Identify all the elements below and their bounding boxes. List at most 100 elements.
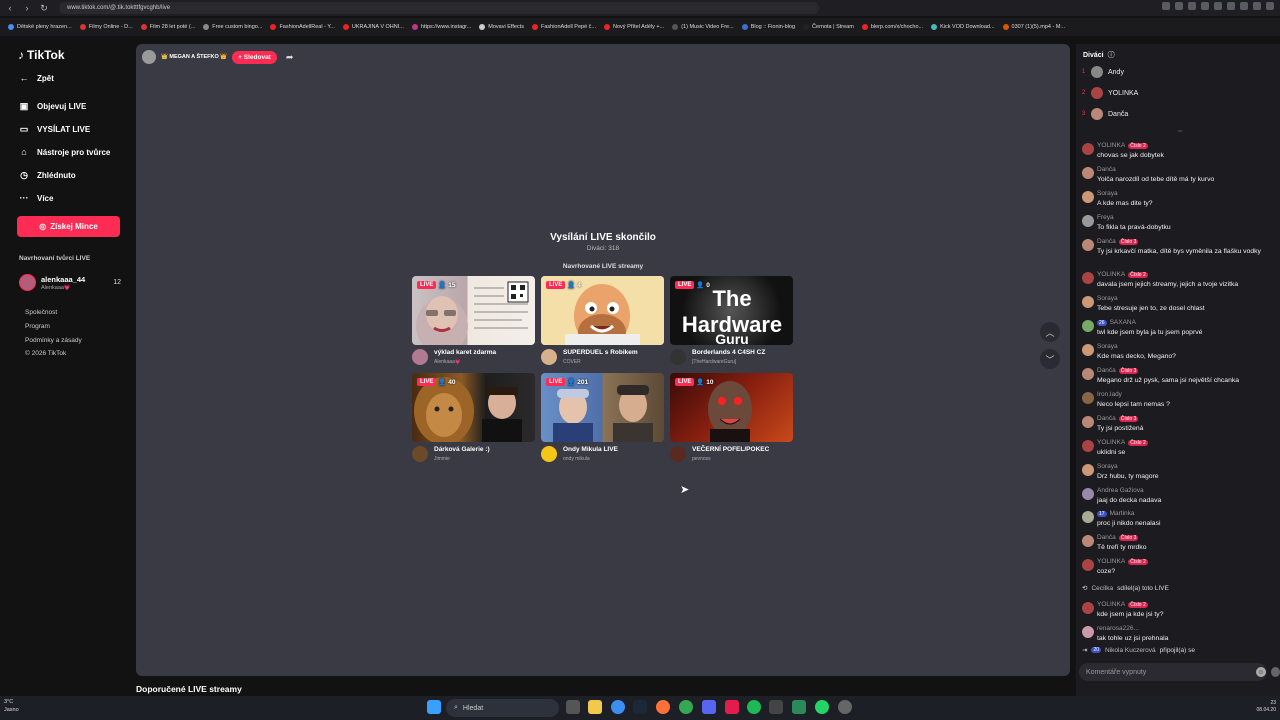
top-viewer[interactable]: 3 Danča: [1082, 108, 1128, 120]
taskbar-search[interactable]: ⌕ Hledat: [446, 699, 559, 717]
weather-widget[interactable]: 3°C Jasno: [4, 698, 19, 714]
avatar: [1082, 167, 1094, 179]
top-viewer[interactable]: 2 YOLINKA: [1082, 87, 1138, 99]
chat-text: To fikla ta pravá-dobytku: [1097, 224, 1171, 231]
task-view-icon[interactable]: [566, 700, 580, 714]
bookmark[interactable]: Černota | Stream: [803, 24, 854, 30]
share-icon[interactable]: ➦: [286, 52, 294, 63]
discord-icon[interactable]: [702, 700, 716, 714]
chat-username: Danča: [1097, 534, 1116, 541]
live-badge: LIVE 👤 10: [675, 378, 713, 386]
address-bar[interactable]: www.tiktok.com/@.tik.toktttfgvcghb/live: [59, 2, 819, 14]
app-icon[interactable]: [792, 700, 806, 714]
bookmark-label: UKRAJINA V OHNI...: [351, 24, 404, 30]
mouse-cursor-icon: ➤: [680, 484, 690, 496]
tiktok-logo[interactable]: ♪ TikTok: [18, 48, 65, 62]
history-icon: ◷: [20, 170, 28, 180]
bookmark-label: Free custom bingo...: [212, 24, 263, 30]
bookmark[interactable]: Kick VOD Download...: [931, 24, 995, 30]
chrome-profile-icon[interactable]: [679, 700, 693, 714]
live-label: LIVE: [675, 378, 695, 386]
bookmark[interactable]: 0307 (1)(5).mp4 - M...: [1002, 24, 1065, 30]
chat-username: Soraya: [1097, 343, 1118, 350]
reload-icon[interactable]: ↻: [37, 1, 51, 15]
get-coins-button[interactable]: ◎ Získej Mince: [17, 216, 120, 237]
nav-more[interactable]: ··· Více: [18, 193, 54, 203]
whatsapp-icon[interactable]: [815, 700, 829, 714]
forward-arrow-icon[interactable]: ›: [20, 1, 34, 15]
system-clock[interactable]: 23 08.04.20: [1257, 700, 1276, 714]
viewer-count-value: 201: [577, 379, 589, 386]
extension-icon[interactable]: [1175, 2, 1183, 10]
bookmark[interactable]: Film 28 let poté (...: [140, 24, 195, 30]
extension-icon[interactable]: [1214, 2, 1222, 10]
app-icon[interactable]: [769, 700, 783, 714]
info-icon[interactable]: ⓘ: [1108, 50, 1115, 60]
suggested-creators-title: Navrhovaní tvůrci LIVE: [19, 255, 91, 262]
stream-card[interactable]: LIVE 👤 201 Ondy Mikula LIVE ondy mikula: [541, 373, 664, 469]
back-link[interactable]: ← Zpět: [18, 73, 54, 83]
panel-divider[interactable]: ═: [1178, 129, 1182, 135]
steam-icon[interactable]: [633, 700, 647, 714]
nav-watched[interactable]: ◷ Zhlédnuto: [18, 170, 76, 181]
opera-icon[interactable]: [725, 700, 739, 714]
file-explorer-icon[interactable]: [588, 700, 602, 714]
nav-label: Nástroje pro tvůrce: [37, 147, 111, 157]
footer-terms[interactable]: Podmínky a zásady: [25, 337, 82, 344]
bookmark[interactable]: Nový Přítel Adély +...: [604, 24, 664, 30]
footer-company[interactable]: Společnost: [25, 309, 57, 316]
emoji-icon[interactable]: ☺: [1256, 667, 1266, 677]
comment-input[interactable]: Komentáře vypnuty: [1079, 663, 1267, 681]
extension-icon[interactable]: [1227, 2, 1235, 10]
download-icon[interactable]: [1240, 2, 1248, 10]
stream-card[interactable]: The Hardware Guru LIVE 👤 0 Borderlands 4 …: [670, 276, 793, 372]
scroll-down-button[interactable]: ﹀: [1040, 349, 1060, 369]
send-icon[interactable]: [1271, 667, 1280, 677]
profile-icon[interactable]: [1266, 2, 1274, 10]
bookmark[interactable]: Free custom bingo...: [203, 24, 262, 30]
host-name[interactable]: 👑 MEGAN A ŠTEFKO 👑: [161, 54, 227, 60]
viewer-count: 👤 15: [438, 282, 456, 289]
chat-user: Soraya: [1097, 463, 1118, 470]
nav-creator-tools[interactable]: ⌂ Nástroje pro tvůrce: [18, 147, 110, 157]
bookmark[interactable]: FashionAdellReal - Y...: [270, 24, 335, 30]
bookmark[interactable]: Blog :: Fionin-blog: [741, 24, 795, 30]
chrome-icon[interactable]: [611, 700, 625, 714]
bookmark[interactable]: Movavi Effects: [479, 24, 524, 30]
viewer-count-value: 10: [706, 379, 714, 386]
bookmark[interactable]: FashionAdell Pepé č...: [531, 24, 596, 30]
nav-go-live[interactable]: ▭ VYSÍLAT LIVE: [18, 124, 90, 135]
bookmark[interactable]: blerp.com/x/chocho...: [861, 24, 923, 30]
footer-program[interactable]: Program: [25, 323, 50, 330]
extension-icon[interactable]: [1188, 2, 1196, 10]
bookmark[interactable]: UKRAJINA V OHNI...: [342, 24, 404, 30]
top-viewer[interactable]: 1 Andy: [1082, 66, 1124, 78]
extension-icon[interactable]: [1201, 2, 1209, 10]
spotify-icon[interactable]: [747, 700, 761, 714]
bookmark[interactable]: (1) Music Video Fre...: [672, 24, 734, 30]
bookmark[interactable]: https://www.instagr...: [411, 24, 471, 30]
share-text: sdílel(a) toto LIVE: [1117, 584, 1169, 592]
fan-badge: Číslo 2: [1128, 558, 1148, 565]
avatar: [541, 349, 557, 365]
scroll-up-button[interactable]: ︿: [1040, 322, 1060, 342]
stream-card[interactable]: LIVE 👤 15 výklad karet zdarma Alenkaaa💗: [412, 276, 535, 372]
follow-button[interactable]: + Sledovat: [232, 50, 277, 64]
back-arrow-icon[interactable]: ‹: [3, 1, 17, 15]
bookmark[interactable]: Filmy Online - D...: [79, 24, 133, 30]
windows-start-icon[interactable]: [427, 700, 441, 714]
bookmark[interactable]: Dětské pleny hrazen...: [8, 24, 72, 30]
extension-icon[interactable]: [1162, 2, 1170, 10]
stream-card[interactable]: LIVE 👤 10 VEČERNÍ POFEL/POKEC pevnoss: [670, 373, 793, 469]
menu-icon[interactable]: [1253, 2, 1261, 10]
host-avatar[interactable]: [142, 50, 156, 64]
suggested-creator[interactable]: alenkaaa_44 Alenkaaa💗 12: [19, 273, 121, 293]
firefox-icon[interactable]: [656, 700, 670, 714]
avatar: [1082, 440, 1094, 452]
chat-text: Tebe stresuje jen to, ze dosel chlast: [1097, 305, 1205, 312]
app-icon[interactable]: [838, 700, 852, 714]
stream-thumbnail: LIVE 👤 4: [541, 276, 664, 345]
stream-card[interactable]: LIVE 👤 40 Dárková Galerie :) Jimmie: [412, 373, 535, 469]
nav-discover-live[interactable]: ▣ Objevuj LIVE: [18, 101, 87, 112]
stream-card[interactable]: LIVE 👤 4 SUPERDUEL s Robikem COVER: [541, 276, 664, 372]
